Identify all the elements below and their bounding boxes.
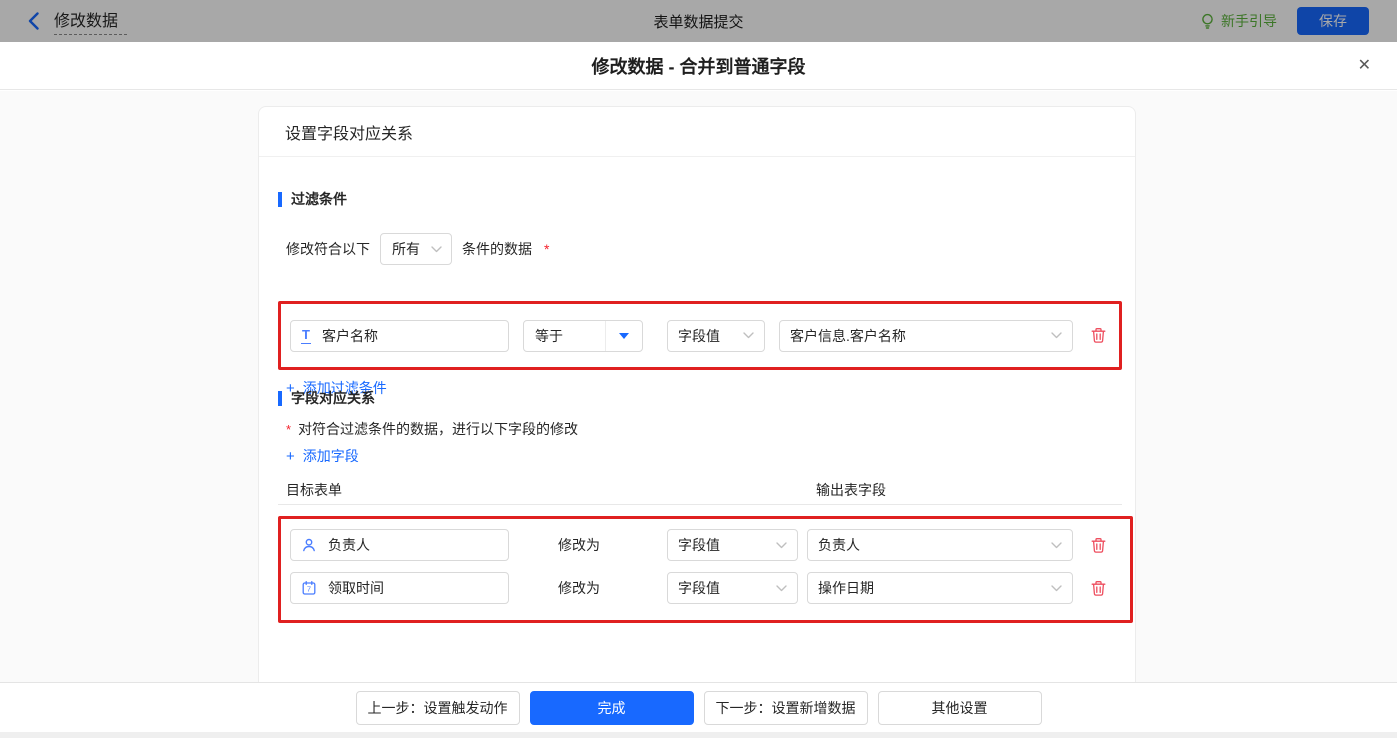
mapping-value-type-select[interactable]: 字段值 — [667, 572, 798, 604]
mapping-description: * 对符合过滤条件的数据，进行以下字段的修改 — [286, 421, 579, 437]
svg-text:7: 7 — [307, 585, 311, 594]
dialog-body: 设置字段对应关系 过滤条件 修改符合以下 所有 条件的数据 * + 添加过滤条件 — [0, 91, 1397, 682]
person-icon — [303, 538, 315, 552]
chevron-down-icon — [743, 332, 754, 339]
plus-icon: + — [286, 447, 295, 465]
delete-mapping-button[interactable] — [1089, 579, 1107, 597]
dialog-title: 修改数据 - 合并到普通字段 — [591, 56, 806, 77]
add-field-link[interactable]: + 添加字段 — [286, 446, 359, 466]
mapping-row: 负责人 修改为 字段值 负责人 — [290, 529, 1130, 561]
chevron-down-icon — [1051, 332, 1062, 339]
section-marker-bar — [278, 390, 282, 406]
modify-data-dialog: 修改数据 - 合并到普通字段 ✕ 设置字段对应关系 过滤条件 修改符合以下 所有… — [0, 42, 1397, 738]
card-header-title: 设置字段对应关系 — [259, 107, 1135, 157]
required-asterisk: * — [544, 241, 550, 257]
beginner-guide-button[interactable]: 新手引导 — [1200, 11, 1277, 31]
save-button[interactable]: 保存 — [1297, 7, 1369, 35]
chevron-down-icon — [776, 541, 787, 548]
next-step-button[interactable]: 下一步：设置新增数据 — [703, 690, 868, 725]
required-asterisk: * — [286, 422, 292, 437]
dialog-header: 修改数据 - 合并到普通字段 ✕ — [0, 42, 1397, 90]
filter-match-row: 修改符合以下 所有 条件的数据 * — [286, 233, 549, 265]
match-prefix-label: 修改符合以下 — [286, 241, 370, 257]
chevron-down-icon — [1051, 584, 1062, 591]
topbar-title: 表单数据提交 — [653, 13, 744, 31]
dropdown-triangle-icon — [619, 332, 629, 339]
dialog-footer: 上一步：设置触发动作 完成 下一步：设置新增数据 其他设置 — [0, 682, 1397, 732]
target-field-input[interactable]: 7 领取时间 — [290, 572, 509, 604]
modify-to-label: 修改为 — [558, 537, 600, 553]
finish-button[interactable]: 完成 — [529, 690, 694, 725]
calendar-icon: 7 — [302, 580, 316, 595]
chevron-down-icon — [776, 584, 787, 591]
table-header-divider — [278, 504, 1122, 505]
modify-to-label: 修改为 — [558, 580, 600, 596]
lightbulb-icon — [1202, 13, 1213, 29]
mapping-value-type-select[interactable]: 字段值 — [667, 529, 798, 561]
match-type-value: 所有 — [392, 241, 420, 257]
filter-condition-row: T 客户名称 等于 字段值 客户信息.客户名称 — [290, 319, 1107, 352]
chevron-down-icon — [431, 245, 442, 252]
section-marker-bar — [278, 191, 282, 207]
condition-field-input[interactable]: T 客户名称 — [290, 319, 509, 352]
column-header-output-field: 输出表字段 — [816, 482, 886, 498]
topbar: 修改数据 表单数据提交 新手引导 保存 — [0, 0, 1397, 42]
trash-icon — [1091, 580, 1105, 596]
operator-select[interactable]: 等于 — [523, 319, 643, 352]
chevron-down-icon — [1051, 541, 1062, 548]
condition-value-select[interactable]: 客户信息.客户名称 — [779, 319, 1073, 352]
close-icon[interactable]: ✕ — [1358, 57, 1371, 74]
trash-icon — [1091, 328, 1105, 343]
field-mapping-highlight-box: 负责人 修改为 字段值 负责人 7 领取时间 修改为 字段值 操作日期 — [278, 516, 1133, 623]
filter-condition-highlight-box: T 客户名称 等于 字段值 客户信息.客户名称 — [278, 301, 1122, 370]
mapping-row: 7 领取时间 修改为 字段值 操作日期 — [290, 572, 1130, 604]
delete-mapping-button[interactable] — [1089, 536, 1107, 554]
text-field-icon: T — [301, 326, 311, 344]
field-mapping-card: 设置字段对应关系 过滤条件 修改符合以下 所有 条件的数据 * + 添加过滤条件 — [258, 106, 1136, 682]
filter-section-title: 过滤条件 — [278, 189, 347, 209]
mapping-value-select[interactable]: 操作日期 — [807, 572, 1073, 604]
trash-icon — [1091, 537, 1105, 553]
condition-field-value: 客户名称 — [321, 327, 378, 344]
prev-step-button[interactable]: 上一步：设置触发动作 — [355, 690, 520, 725]
target-field-input[interactable]: 负责人 — [290, 529, 509, 561]
column-header-target-form: 目标表单 — [286, 482, 342, 498]
mapping-value-select[interactable]: 负责人 — [807, 529, 1073, 561]
page-background-strip — [0, 732, 1397, 738]
condition-value-type-select[interactable]: 字段值 — [667, 319, 765, 352]
delete-condition-button[interactable] — [1089, 327, 1107, 345]
match-type-select[interactable]: 所有 — [380, 233, 452, 265]
operator-value: 等于 — [535, 327, 563, 344]
beginner-guide-label: 新手引导 — [1221, 13, 1277, 29]
operator-caret-zone[interactable] — [605, 320, 642, 351]
match-suffix-label: 条件的数据 — [462, 241, 532, 257]
mapping-section-title: 字段对应关系 — [278, 388, 375, 408]
other-settings-button[interactable]: 其他设置 — [877, 690, 1042, 725]
